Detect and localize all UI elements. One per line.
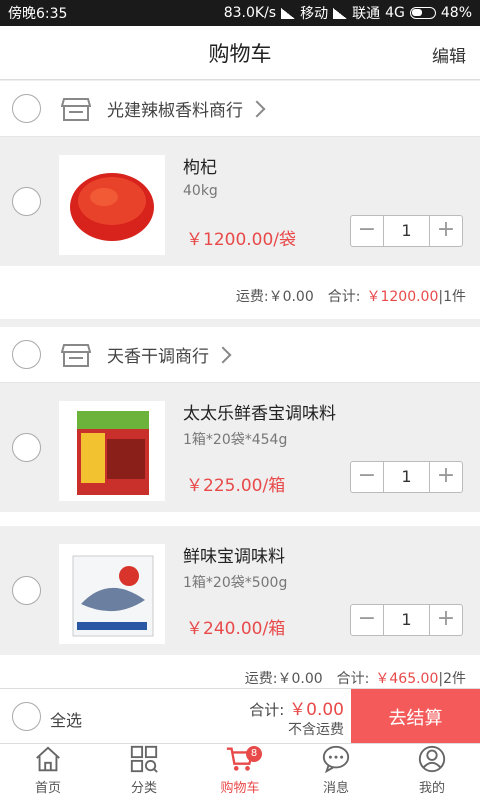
status-time: 傍晚6:35: [8, 6, 68, 22]
item-price: ￥225.00/箱: [186, 476, 286, 496]
checkout-bar: 全选 合计: ￥0.00 不含运费 去结算: [0, 688, 480, 744]
chevron-right-icon[interactable]: [214, 346, 232, 363]
increase-button[interactable]: +: [430, 605, 462, 635]
page-title: 购物车: [208, 41, 272, 66]
item-select-radio[interactable]: [12, 433, 41, 462]
bottom-tab-bar: 首页 分类 8 购物车 消息 我的: [0, 743, 480, 800]
battery-icon: [409, 7, 436, 19]
tab-label: 分类: [130, 781, 157, 796]
item-count: |1件: [438, 289, 466, 305]
tab-label: 首页: [34, 781, 61, 796]
cart-badge: 8: [246, 746, 262, 762]
shop-group: 天香干调商行 太太乐鲜香宝调味料 1箱*20袋*454g ￥225.00/箱 −…: [0, 327, 480, 694]
item-name[interactable]: 太太乐鲜香宝调味料: [183, 399, 336, 424]
status-bar: 傍晚6:35 83.0K/s 移动 联通 4G 48%: [0, 0, 480, 26]
item-spec: 40kg: [183, 183, 218, 199]
item-select-radio[interactable]: [12, 576, 41, 605]
shop-summary: 运费:￥0.00 合计: ￥1200.00 |1件: [0, 273, 480, 319]
store-icon: [61, 343, 91, 367]
quantity-value[interactable]: 1: [383, 605, 430, 635]
total-label: 合计:: [327, 289, 361, 305]
select-all-label[interactable]: 全选: [50, 707, 82, 731]
select-all-radio[interactable]: [12, 702, 41, 731]
shop-name[interactable]: 天香干调商行: [107, 342, 209, 367]
shop-group: 光建辣椒香料商行 枸杞 40kg ￥1200.00/袋 − 1 + 运费:￥0.…: [0, 81, 480, 319]
decrease-button[interactable]: −: [351, 605, 383, 635]
shop-total: ￥1200.00: [366, 289, 439, 305]
tab-label: 购物车: [220, 781, 260, 796]
quantity-value[interactable]: 1: [383, 216, 430, 246]
tab-category[interactable]: 分类: [96, 744, 192, 800]
shop-name[interactable]: 光建辣椒香料商行: [107, 96, 243, 121]
shop-header: 天香干调商行: [0, 327, 480, 383]
shop-total: ￥465.00: [375, 671, 439, 687]
edit-button[interactable]: 编辑: [432, 42, 466, 67]
item-price: ￥1200.00/袋: [186, 230, 297, 250]
item-spec: 1箱*20袋*500g: [183, 575, 288, 591]
category-icon: [130, 745, 158, 773]
message-icon: [322, 745, 350, 774]
carrier-2: 联通: [352, 6, 381, 22]
total-label: 合计:: [336, 671, 370, 687]
battery-level: 48%: [440, 5, 472, 21]
chevron-right-icon[interactable]: [248, 100, 266, 117]
tab-profile[interactable]: 我的: [384, 744, 480, 800]
quantity-stepper: − 1 +: [350, 604, 463, 636]
cart-item: 太太乐鲜香宝调味料 1箱*20袋*454g ￥225.00/箱 − 1 +: [0, 383, 480, 519]
shipping-fee: 运费:￥0.00: [244, 671, 323, 687]
tab-label: 消息: [322, 781, 349, 796]
decrease-button[interactable]: −: [351, 462, 383, 492]
quantity-stepper: − 1 +: [350, 461, 463, 493]
grand-total: ￥0.00: [289, 700, 344, 720]
shipping-note: 不含运费: [288, 722, 344, 738]
tab-home[interactable]: 首页: [0, 744, 96, 800]
increase-button[interactable]: +: [430, 216, 462, 246]
header: 购物车 编辑: [0, 26, 480, 80]
item-select-radio[interactable]: [12, 187, 41, 216]
tab-cart[interactable]: 8 购物车: [192, 744, 288, 800]
carrier-1: 移动: [300, 6, 329, 22]
cart-item: 枸杞 40kg ￥1200.00/袋 − 1 +: [0, 137, 480, 273]
item-count: |2件: [438, 671, 466, 687]
product-image[interactable]: [59, 401, 165, 501]
item-name[interactable]: 鲜味宝调味料: [183, 542, 285, 567]
checkout-button[interactable]: 去结算: [351, 689, 480, 744]
tab-label: 我的: [418, 781, 445, 796]
quantity-stepper: − 1 +: [350, 215, 463, 247]
product-image[interactable]: [59, 544, 165, 644]
increase-button[interactable]: +: [430, 462, 462, 492]
cart-item: 鲜味宝调味料 1箱*20袋*500g ￥240.00/箱 − 1 +: [0, 519, 480, 662]
signal-icon: [333, 7, 348, 19]
home-icon: [36, 746, 60, 772]
profile-icon: [418, 745, 446, 773]
quantity-value[interactable]: 1: [383, 462, 430, 492]
shop-select-radio[interactable]: [12, 340, 41, 369]
product-image[interactable]: [59, 155, 165, 255]
item-name[interactable]: 枸杞: [183, 153, 217, 178]
item-price: ￥240.00/箱: [186, 619, 286, 639]
shipping-fee: 运费:￥0.00: [235, 289, 314, 305]
signal-icon: [281, 7, 296, 19]
shop-select-radio[interactable]: [12, 94, 41, 123]
cart-list[interactable]: 光建辣椒香料商行 枸杞 40kg ￥1200.00/袋 − 1 + 运费:￥0.…: [0, 81, 480, 743]
total-label: 合计:: [249, 701, 285, 719]
network-speed: 83.0K/s: [223, 5, 277, 21]
tab-messages[interactable]: 消息: [288, 744, 384, 800]
shop-header: 光建辣椒香料商行: [0, 81, 480, 137]
decrease-button[interactable]: −: [351, 216, 383, 246]
network-type: 4G: [385, 5, 405, 21]
store-icon: [61, 97, 91, 121]
item-spec: 1箱*20袋*454g: [183, 432, 288, 448]
